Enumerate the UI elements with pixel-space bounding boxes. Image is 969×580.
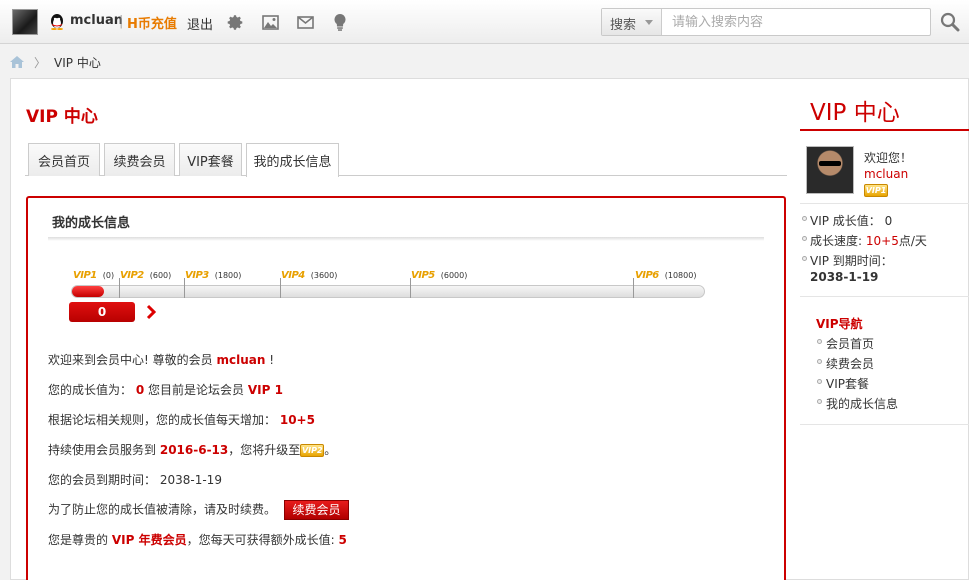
level-vip5: VIP5 (6000) bbox=[411, 270, 468, 281]
search-type-select[interactable]: 搜索 bbox=[602, 9, 662, 35]
tab-vip-package[interactable]: VIP套餐 bbox=[179, 143, 242, 176]
top-bar: mcluan | H币充值 退出 搜索 bbox=[0, 0, 969, 44]
growth-info-box: 我的成长信息 VIP1 (0) VIP2 (600) VIP3 (1800) VIP4… bbox=[26, 196, 786, 580]
level-tick bbox=[184, 278, 185, 298]
chevron-down-icon bbox=[645, 20, 653, 25]
sidebar: VIP 中心 欢迎您！ mcluan VIP1 VIP 成长值： 0 成长速度:… bbox=[800, 79, 969, 580]
welcome-line: 欢迎来到会员中心! 尊敬的会员 mcluan ! bbox=[48, 353, 275, 367]
level-tick bbox=[280, 278, 281, 298]
qq-penguin-icon bbox=[51, 14, 63, 30]
top-username[interactable]: mcluan bbox=[70, 13, 123, 28]
sidebar-growth-speed: 成长速度: 10+5点/天 bbox=[810, 234, 927, 248]
vip-nav-renew[interactable]: 续费会员 bbox=[826, 355, 874, 372]
bullet-icon bbox=[802, 256, 807, 261]
sidebar-title: VIP 中心 bbox=[810, 100, 900, 126]
level-vip4: VIP4 (3600) bbox=[281, 270, 338, 281]
main-panel: VIP 中心 会员首页 续费会员 VIP套餐 我的成长信息 我的成长信息 VIP… bbox=[10, 78, 969, 580]
bullet-icon bbox=[802, 236, 807, 241]
bullet-icon bbox=[817, 359, 822, 364]
growth-title: 我的成长信息 bbox=[52, 216, 131, 231]
tab-growth-info[interactable]: 我的成长信息 bbox=[246, 143, 339, 177]
sidebar-divider bbox=[800, 203, 969, 204]
sidebar-expire-label: VIP 到期时间： bbox=[810, 254, 893, 268]
search-input[interactable] bbox=[663, 9, 929, 35]
sidebar-growth-value: VIP 成长值： 0 bbox=[810, 214, 893, 228]
level-vip3: VIP3 (1800) bbox=[185, 270, 242, 281]
growth-rule-line: 根据论坛相关规则，您的成长值每天增加： 10+5 bbox=[48, 413, 315, 427]
page-title: VIP 中心 bbox=[26, 107, 98, 127]
growth-progress-fill bbox=[72, 286, 104, 297]
sidebar-vip-badge: VIP1 bbox=[864, 184, 888, 197]
tab-renew[interactable]: 续费会员 bbox=[104, 143, 175, 176]
tab-bar: 会员首页 续费会员 VIP套餐 我的成长信息 bbox=[25, 143, 787, 177]
breadcrumb: 〉 VIP 中心 bbox=[10, 54, 101, 71]
level-vip2: VIP2 (600) bbox=[120, 270, 172, 281]
bullet-icon bbox=[817, 339, 822, 344]
expire-line: 您的会员到期时间： 2038-1-19 bbox=[48, 473, 222, 487]
vip-nav-member-home[interactable]: 会员首页 bbox=[826, 335, 874, 352]
level-tick bbox=[410, 278, 411, 298]
sidebar-username[interactable]: mcluan bbox=[864, 167, 908, 181]
vip2-badge-icon: VIP2 bbox=[300, 444, 325, 457]
tab-member-home[interactable]: 会员首页 bbox=[28, 143, 100, 176]
vip-nav-title: VIP导航 bbox=[816, 317, 863, 331]
sidebar-title-bar bbox=[800, 129, 969, 131]
breadcrumb-current[interactable]: VIP 中心 bbox=[54, 54, 101, 71]
growth-progress-bar bbox=[71, 285, 705, 298]
search-icon[interactable] bbox=[938, 10, 962, 34]
mail-icon[interactable] bbox=[295, 12, 315, 32]
renew-button[interactable]: 续费会员 bbox=[284, 500, 350, 520]
renew-line: 为了防止您的成长值被清除，请及时续费。 续费会员 bbox=[48, 500, 350, 520]
recharge-link[interactable]: H币充值 bbox=[127, 13, 177, 32]
upgrade-line: 持续使用会员服务到 2016-6-13，您将升级至 VIP2。 bbox=[48, 443, 337, 457]
user-avatar[interactable] bbox=[12, 9, 38, 35]
bullet-icon bbox=[802, 216, 807, 221]
vip-nav-package[interactable]: VIP套餐 bbox=[826, 375, 869, 392]
sidebar-divider bbox=[800, 296, 969, 297]
level-vip1: VIP1 (0) bbox=[73, 270, 115, 281]
sidebar-welcome: 欢迎您！ bbox=[864, 151, 913, 165]
top-separator: | bbox=[119, 14, 124, 29]
level-tick bbox=[633, 278, 634, 298]
image-icon[interactable] bbox=[260, 12, 280, 32]
home-icon[interactable] bbox=[10, 56, 24, 68]
search-box: 搜索 bbox=[601, 8, 931, 36]
lightbulb-icon[interactable] bbox=[330, 12, 350, 32]
vip-nav-growth-info[interactable]: 我的成长信息 bbox=[826, 395, 898, 412]
growth-divider bbox=[48, 237, 764, 241]
bullet-icon bbox=[817, 399, 822, 404]
level-tick bbox=[119, 278, 120, 298]
gear-icon[interactable] bbox=[225, 12, 245, 32]
welcome-username: mcluan bbox=[216, 353, 266, 367]
sidebar-expire-date: 2038-1-19 bbox=[810, 270, 879, 284]
sidebar-divider bbox=[800, 424, 969, 425]
annual-line: 您是尊贵的 VIP 年费会员，您每天可获得额外成长值: 5 bbox=[48, 533, 347, 547]
logout-link[interactable]: 退出 bbox=[187, 14, 213, 33]
bullet-icon bbox=[817, 379, 822, 384]
sidebar-avatar[interactable] bbox=[806, 146, 854, 194]
breadcrumb-arrow-icon: 〉 bbox=[34, 55, 47, 70]
growth-value-line: 您的成长值为： 0 您目前是论坛会员 VIP 1 bbox=[48, 383, 283, 397]
chevron-right-icon bbox=[146, 304, 156, 320]
level-vip6: VIP6 (10800) bbox=[635, 270, 697, 281]
search-type-label: 搜索 bbox=[610, 18, 637, 33]
current-growth-value: 0 bbox=[69, 302, 135, 322]
